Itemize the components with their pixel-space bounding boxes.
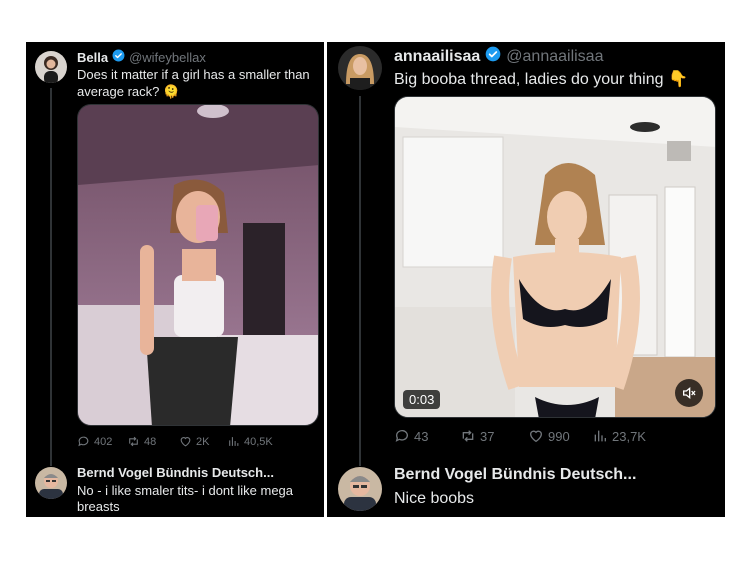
views-button[interactable]: 40,5K [227, 435, 273, 448]
mute-button[interactable] [675, 379, 703, 407]
repost-count: 48 [144, 435, 157, 448]
reply-author-name[interactable]: Bernd Vogel Bündnis Deutsch... [394, 466, 636, 484]
bernd-avatar[interactable] [35, 467, 67, 499]
author-name[interactable]: Bella [77, 50, 108, 65]
thread-line [359, 96, 361, 466]
tweet-text: Does it matter if a girl has a smaller t… [77, 67, 310, 99]
author-name[interactable]: annaailisaa [394, 48, 480, 66]
like-button[interactable]: 990 [528, 428, 592, 444]
reply-count: 402 [94, 435, 113, 448]
author-handle[interactable]: @annaailisaa [506, 48, 603, 66]
like-count: 2K [196, 435, 210, 448]
reply-button[interactable]: 402 [77, 435, 127, 448]
thread-line [50, 88, 52, 466]
reply-icon [395, 430, 408, 442]
tweet-actions: 402 48 2K 40,5K [77, 435, 273, 448]
views-count: 23,7K [612, 428, 646, 444]
verified-badge-icon [112, 49, 125, 65]
tweet-video[interactable]: 0:03 [394, 96, 716, 418]
repost-button[interactable]: 48 [127, 435, 179, 448]
heart-icon [180, 437, 191, 447]
reply-author-name[interactable]: Bernd Vogel Bündnis Deutsch... [77, 465, 274, 480]
author-handle[interactable]: @wifeybellax [129, 50, 206, 65]
repost-icon [129, 436, 138, 447]
author-row: Bella @wifeybellax [77, 49, 206, 65]
reply-text: No - i like smaler tits- i dont like meg… [77, 483, 294, 514]
heart-icon [529, 430, 543, 443]
annaailisaa-avatar[interactable] [338, 46, 382, 90]
bella-avatar[interactable] [35, 51, 67, 83]
like-button[interactable]: 2K [179, 435, 227, 448]
video-timestamp: 0:03 [403, 390, 441, 409]
views-count: 40,5K [244, 435, 273, 448]
repost-icon [462, 430, 474, 442]
tweet-actions: 43 37 990 23,7K [394, 428, 646, 444]
reply-count: 43 [414, 428, 429, 444]
like-count: 990 [548, 428, 570, 444]
author-row: annaailisaa @annaailisaa [394, 46, 603, 67]
right-tweet-screenshot: annaailisaa @annaailisaa Big booba threa… [327, 42, 725, 517]
tweet-photo[interactable] [77, 104, 319, 426]
views-button[interactable]: 23,7K [592, 428, 646, 444]
speaker-muted-icon [683, 386, 696, 400]
views-icon [594, 430, 606, 442]
reply-text: Nice boobs [394, 490, 475, 507]
left-tweet-screenshot: Bella @wifeybellax Does it matter if a g… [26, 42, 324, 517]
verified-badge-icon [485, 46, 501, 67]
views-icon [229, 437, 239, 446]
reply-icon [78, 436, 89, 447]
repost-button[interactable]: 37 [460, 428, 528, 444]
repost-count: 37 [480, 428, 495, 444]
reply-button[interactable]: 43 [394, 428, 460, 444]
tweet-text: Big booba thread, ladies do your thing 👇 [394, 71, 688, 88]
bernd-avatar[interactable] [338, 467, 382, 511]
